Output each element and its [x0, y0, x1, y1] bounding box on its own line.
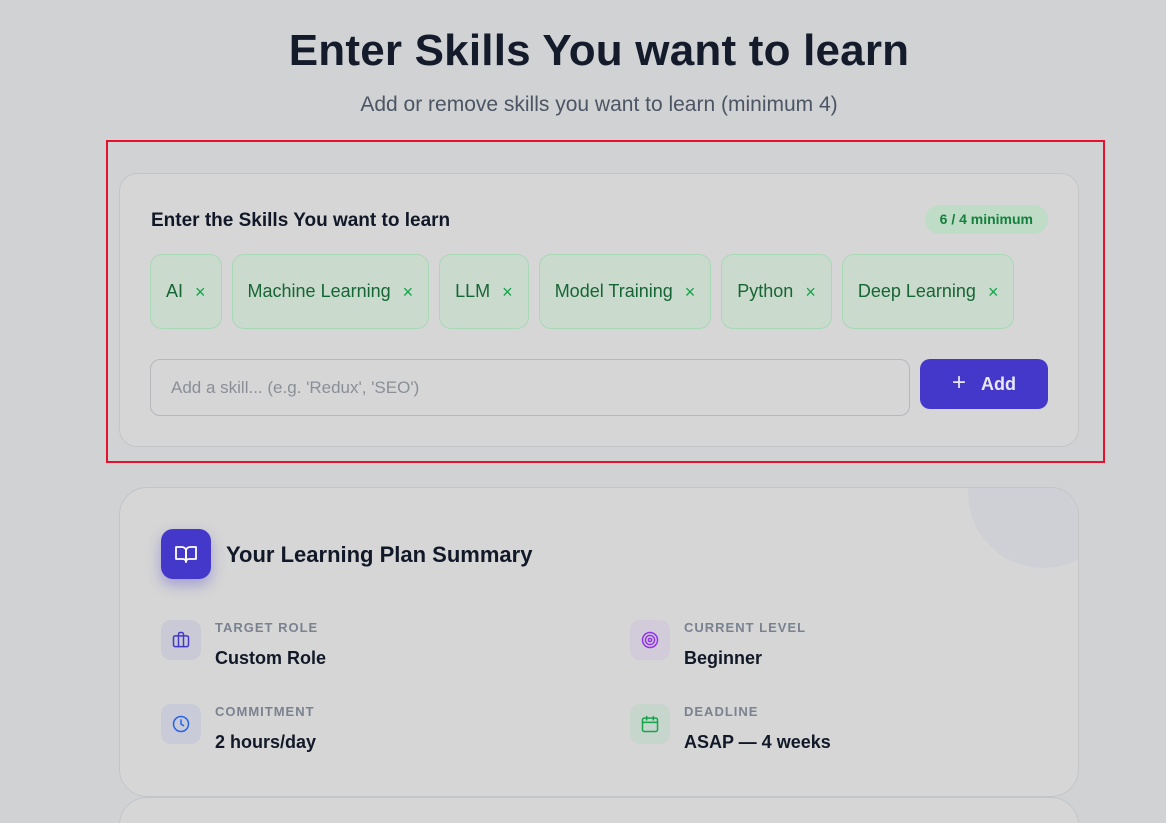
target-icon [630, 620, 670, 660]
calendar-icon [630, 704, 670, 744]
add-skill-input[interactable] [150, 359, 910, 416]
remove-skill-icon[interactable]: × [988, 283, 999, 301]
target-role-value: Custom Role [215, 648, 327, 668]
skill-chip-label: Deep Learning [857, 281, 976, 301]
deadline-label: DEADLINE [684, 704, 759, 719]
skill-chip-model-training: Model Training × [538, 254, 712, 329]
page: Enter Skills You want to learn Add or re… [0, 0, 1166, 823]
skill-chip-label: Python [737, 281, 794, 301]
add-skill-button[interactable]: + Add [920, 359, 1048, 409]
remove-skill-icon[interactable]: × [403, 283, 414, 301]
clock-icon [161, 704, 201, 744]
skill-chip-python: Python × [721, 254, 832, 329]
current-level-label: CURRENT LEVEL [684, 620, 807, 635]
commitment-value: 2 hours/day [215, 732, 317, 752]
skill-chip-machine-learning: Machine Learning × [231, 254, 430, 329]
learning-plan-summary-card: Your Learning Plan Summary TARGET ROLE C… [119, 487, 1079, 797]
skill-chip-llm: LLM × [439, 254, 529, 329]
skill-chip-ai: AI × [150, 254, 222, 329]
plus-icon: + [951, 368, 966, 396]
skill-chip-label: Machine Learning [247, 281, 391, 301]
briefcase-icon [161, 620, 201, 660]
page-subtitle: Add or remove skills you want to learn (… [360, 93, 838, 116]
skill-chip-deep-learning: Deep Learning × [841, 254, 1015, 329]
add-button-label: Add [981, 373, 1016, 394]
summary-title: Your Learning Plan Summary [226, 542, 533, 567]
remove-skill-icon[interactable]: × [502, 283, 513, 301]
skills-card: Enter the Skills You want to learn 6 / 4… [119, 173, 1079, 447]
skill-chips: AI × Machine Learning × LLM × Model Trai… [150, 254, 1015, 329]
skill-chip-label: AI [166, 281, 184, 301]
skill-chip-label: Model Training [554, 281, 673, 301]
skills-heading: Enter the Skills You want to learn [151, 210, 451, 231]
target-role-label: TARGET ROLE [215, 620, 319, 635]
commitment-label: COMMITMENT [215, 704, 315, 719]
skill-chip-label: LLM [455, 281, 491, 301]
next-card [119, 797, 1079, 823]
remove-skill-icon[interactable]: × [195, 283, 206, 301]
skill-count-badge: 6 / 4 minimum [924, 205, 1048, 234]
page-title: Enter Skills You want to learn [288, 26, 910, 75]
deadline-value: ASAP — 4 weeks [684, 732, 831, 752]
book-open-icon [161, 529, 211, 579]
decorative-circle [968, 488, 1078, 568]
remove-skill-icon[interactable]: × [685, 283, 696, 301]
remove-skill-icon[interactable]: × [805, 283, 816, 301]
current-level-value: Beginner [684, 648, 763, 668]
